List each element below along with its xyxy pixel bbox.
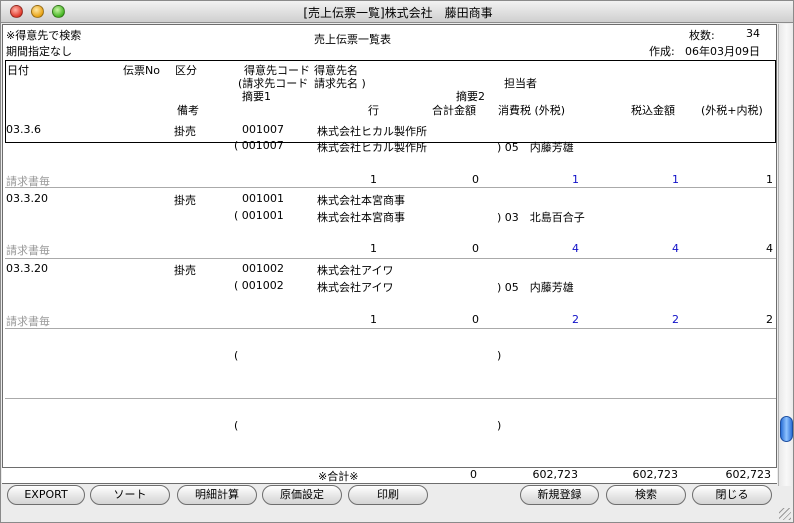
row-billing-name: 株式会社アイワ <box>317 281 394 294</box>
header-tax-ex: 消費税 (外税) <box>498 104 566 117</box>
row-person: ) 05 内藤芳雄 <box>497 141 574 154</box>
row-divider <box>5 328 776 329</box>
row-tax-ex: 4 <box>572 242 579 255</box>
row-date: 03.3.20 <box>6 192 48 205</box>
row-category: 掛売 <box>174 125 196 138</box>
header-total: 合計金額 <box>432 104 476 117</box>
row-divider <box>5 258 776 259</box>
row-remarks: 請求書毎 <box>6 315 50 328</box>
row-customer-code: 001001 <box>242 192 284 205</box>
row-open-paren: ( <box>234 419 239 432</box>
row-line: 1 <box>370 173 377 186</box>
row-line: 1 <box>370 313 377 326</box>
row-tax-sum: 2 <box>766 313 773 326</box>
count-label: 枚数: <box>689 29 715 42</box>
row-total: 0 <box>472 173 479 186</box>
scrollbar-thumb[interactable] <box>780 416 793 442</box>
totals-label: ※合計※ <box>318 470 359 483</box>
vertical-scrollbar[interactable] <box>778 24 793 486</box>
created-label: 作成: <box>649 45 675 58</box>
row-tax-incl: 1 <box>672 173 679 186</box>
search-button[interactable]: 検索 <box>606 485 686 505</box>
close-button[interactable]: 閉じる <box>692 485 772 505</box>
window-title: [売上伝票一覧]株式会社 藤田商事 <box>303 6 493 20</box>
row-billing-name: 株式会社本宮商事 <box>317 211 405 224</box>
header-summary1: 摘要1 <box>242 90 271 103</box>
report-area: ※得意先で検索 期間指定なし 売上伝票一覧表 枚数: 34 作成: 06年03月… <box>2 24 777 484</box>
sort-button[interactable]: ソート <box>90 485 170 505</box>
row-billing-code: ( 001001 <box>234 209 284 222</box>
header-voucher-no: 伝票No <box>123 64 160 77</box>
totals-tax-incl: 602,723 <box>632 468 679 481</box>
row-tax-ex: 1 <box>572 173 579 186</box>
header-tax-sum: (外税+内税) <box>701 104 763 117</box>
count-value: 34 <box>746 27 760 40</box>
row-divider <box>5 398 776 399</box>
row-divider <box>5 187 776 188</box>
header-tax-incl: 税込金額 <box>631 104 675 117</box>
header-category: 区分 <box>175 64 197 77</box>
row-total: 0 <box>472 313 479 326</box>
row-category: 掛売 <box>174 264 196 277</box>
totals-tax-sum: 602,723 <box>725 468 772 481</box>
row-customer-code: 001007 <box>242 123 284 136</box>
row-remarks: 請求書毎 <box>6 244 50 257</box>
row-customer-code: 001002 <box>242 262 284 275</box>
row-customer-name: 株式会社ヒカル製作所 <box>317 125 427 138</box>
app-window: [売上伝票一覧]株式会社 藤田商事 ※得意先で検索 期間指定なし 売上伝票一覧表… <box>0 0 794 523</box>
header-line: 行 <box>368 104 379 117</box>
totals-tax-ex: 602,723 <box>532 468 579 481</box>
export-button[interactable]: EXPORT <box>7 485 85 505</box>
row-tax-sum: 4 <box>766 242 773 255</box>
row-close-paren: ) <box>497 419 502 432</box>
row-open-paren: ( <box>234 349 239 362</box>
row-close-paren: ) <box>497 349 502 362</box>
created-date: 06年03月09日 <box>685 45 760 58</box>
header-date: 日付 <box>7 64 29 77</box>
row-tax-sum: 1 <box>766 173 773 186</box>
detail-calc-button[interactable]: 明細計算 <box>177 485 257 505</box>
row-date: 03.3.20 <box>6 262 48 275</box>
print-button[interactable]: 印刷 <box>348 485 428 505</box>
row-tax-incl: 4 <box>672 242 679 255</box>
totals-row: ※合計※ 0 602,723 602,723 602,723 <box>2 467 777 483</box>
row-customer-name: 株式会社本宮商事 <box>317 194 405 207</box>
row-tax-incl: 2 <box>672 313 679 326</box>
period-label: 期間指定なし <box>6 45 72 58</box>
row-tax-ex: 2 <box>572 313 579 326</box>
header-billing-name: 請求先名 ) <box>314 77 366 90</box>
header-person: 担当者 <box>504 77 537 90</box>
report-title: 売上伝票一覧表 <box>314 33 391 46</box>
row-person: ) 05 内藤芳雄 <box>497 281 574 294</box>
row-billing-name: 株式会社ヒカル製作所 <box>317 141 427 154</box>
resize-grip-icon[interactable] <box>779 508 791 520</box>
row-category: 掛売 <box>174 194 196 207</box>
row-customer-name: 株式会社アイワ <box>317 264 394 277</box>
totals-total: 0 <box>470 468 477 481</box>
row-billing-code: ( 001002 <box>234 279 284 292</box>
header-remarks: 備考 <box>177 104 199 117</box>
row-date: 03.3.6 <box>6 123 41 136</box>
search-mode-label: ※得意先で検索 <box>6 29 82 42</box>
row-person: ) 03 北島百合子 <box>497 211 585 224</box>
row-total: 0 <box>472 242 479 255</box>
cost-setting-button[interactable]: 原価設定 <box>262 485 342 505</box>
row-line: 1 <box>370 242 377 255</box>
row-billing-code: ( 001007 <box>234 139 284 152</box>
title-bar[interactable]: [売上伝票一覧]株式会社 藤田商事 <box>1 1 793 23</box>
new-entry-button[interactable]: 新規登録 <box>520 485 599 505</box>
